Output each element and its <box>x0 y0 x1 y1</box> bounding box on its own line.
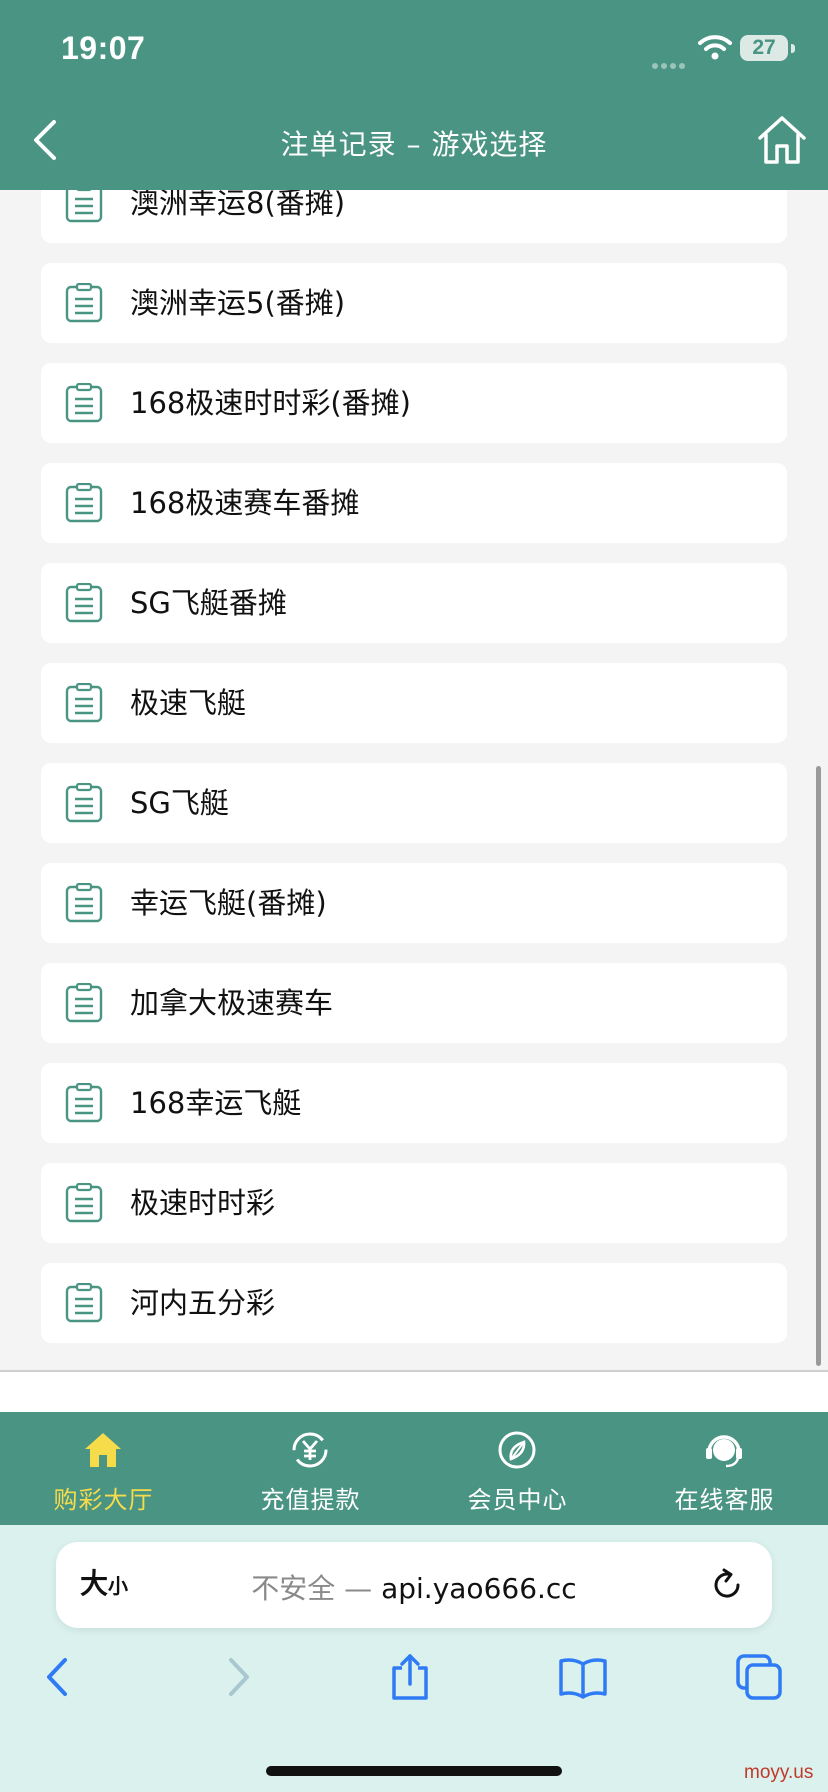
address-bar[interactable]: 大小 不安全 — api.yao666.cc <box>56 1542 772 1628</box>
game-label: 168幸运飞艇 <box>130 1086 302 1120</box>
game-item[interactable]: 澳洲幸运5(番摊) <box>41 263 787 343</box>
game-label: 澳洲幸运5(番摊) <box>130 286 346 320</box>
game-label: SG飞艇 <box>130 786 229 820</box>
game-item[interactable]: 168极速赛车番摊 <box>41 463 787 543</box>
game-label: 加拿大极速赛车 <box>130 986 334 1020</box>
battery-level: 27 <box>752 36 776 59</box>
game-item[interactable]: SG飞艇 <box>41 763 787 843</box>
battery-cap <box>791 44 795 53</box>
scrollbar[interactable] <box>816 766 821 1366</box>
compass-icon <box>498 1431 536 1469</box>
home-indicator[interactable] <box>266 1766 562 1776</box>
home-icon <box>85 1433 121 1467</box>
document-list-icon <box>65 583 103 623</box>
game-label: 极速飞艇 <box>130 686 247 720</box>
game-item[interactable]: 幸运飞艇(番摊) <box>41 863 787 943</box>
tab-label: 购彩大厅 <box>53 1486 154 1514</box>
reload-icon[interactable] <box>708 1566 746 1604</box>
document-list-icon <box>65 683 103 723</box>
bookmarks-icon[interactable] <box>558 1652 608 1702</box>
app-header: 19:07 27 注单记录 – 游戏选择 <box>0 0 828 190</box>
document-list-icon <box>65 1183 103 1223</box>
headset-icon <box>706 1435 742 1468</box>
document-list-icon <box>65 783 103 823</box>
page-title: 注单记录 – 游戏选择 <box>280 128 548 161</box>
cellular-signal-icon <box>652 54 692 69</box>
share-icon[interactable] <box>385 1652 435 1702</box>
game-label: 幸运飞艇(番摊) <box>130 886 327 920</box>
tabs-icon[interactable] <box>734 1652 784 1702</box>
tab-label: 会员中心 <box>467 1486 568 1514</box>
document-list-icon <box>65 383 103 423</box>
wifi-icon <box>698 35 732 60</box>
tab-label: 充值提款 <box>260 1486 361 1514</box>
home-icon[interactable] <box>756 112 808 168</box>
document-list-icon <box>65 283 103 323</box>
document-list-icon <box>65 983 103 1023</box>
browser-back-icon[interactable] <box>35 1652 85 1702</box>
game-item[interactable]: 极速时时彩 <box>41 1163 787 1243</box>
tab-customer-service[interactable]: 在线客服 <box>621 1412 828 1525</box>
game-item[interactable]: 168幸运飞艇 <box>41 1063 787 1143</box>
status-time: 19:07 <box>61 30 146 66</box>
document-list-icon <box>65 883 103 923</box>
game-item[interactable]: 168极速时时彩(番摊) <box>41 363 787 443</box>
bottom-tab-bar: 购彩大厅 充值提款 会员中心 在线客服 <box>0 1412 828 1525</box>
game-item[interactable]: 加拿大极速赛车 <box>41 963 787 1043</box>
tab-lobby[interactable]: 购彩大厅 <box>0 1412 207 1525</box>
tab-member-center[interactable]: 会员中心 <box>414 1412 621 1525</box>
game-item[interactable]: 极速飞艇 <box>41 663 787 743</box>
yuan-exchange-icon <box>292 1432 328 1468</box>
game-label: 极速时时彩 <box>130 1186 276 1220</box>
watermark-text: moyy.us <box>744 1762 814 1783</box>
document-list-icon <box>65 483 103 523</box>
game-item[interactable]: SG飞艇番摊 <box>41 563 787 643</box>
content-bottom-spacer <box>0 1372 828 1412</box>
document-list-icon <box>65 1283 103 1323</box>
battery-indicator: 27 <box>740 35 788 61</box>
document-list-icon <box>65 1083 103 1123</box>
browser-forward-icon[interactable] <box>213 1652 263 1702</box>
game-label: 168极速赛车番摊 <box>130 486 360 520</box>
tab-recharge-withdraw[interactable]: 充值提款 <box>207 1412 414 1525</box>
game-label: 河内五分彩 <box>130 1286 276 1320</box>
game-item[interactable]: 河内五分彩 <box>41 1263 787 1343</box>
url-display[interactable]: 不安全 — api.yao666.cc <box>56 1567 772 1607</box>
url-host: api.yao666.cc <box>381 1572 577 1605</box>
game-label: 168极速时时彩(番摊) <box>130 386 411 420</box>
game-label: SG飞艇番摊 <box>130 586 287 620</box>
tab-label: 在线客服 <box>674 1486 775 1514</box>
insecure-label: 不安全 — <box>251 1572 373 1605</box>
